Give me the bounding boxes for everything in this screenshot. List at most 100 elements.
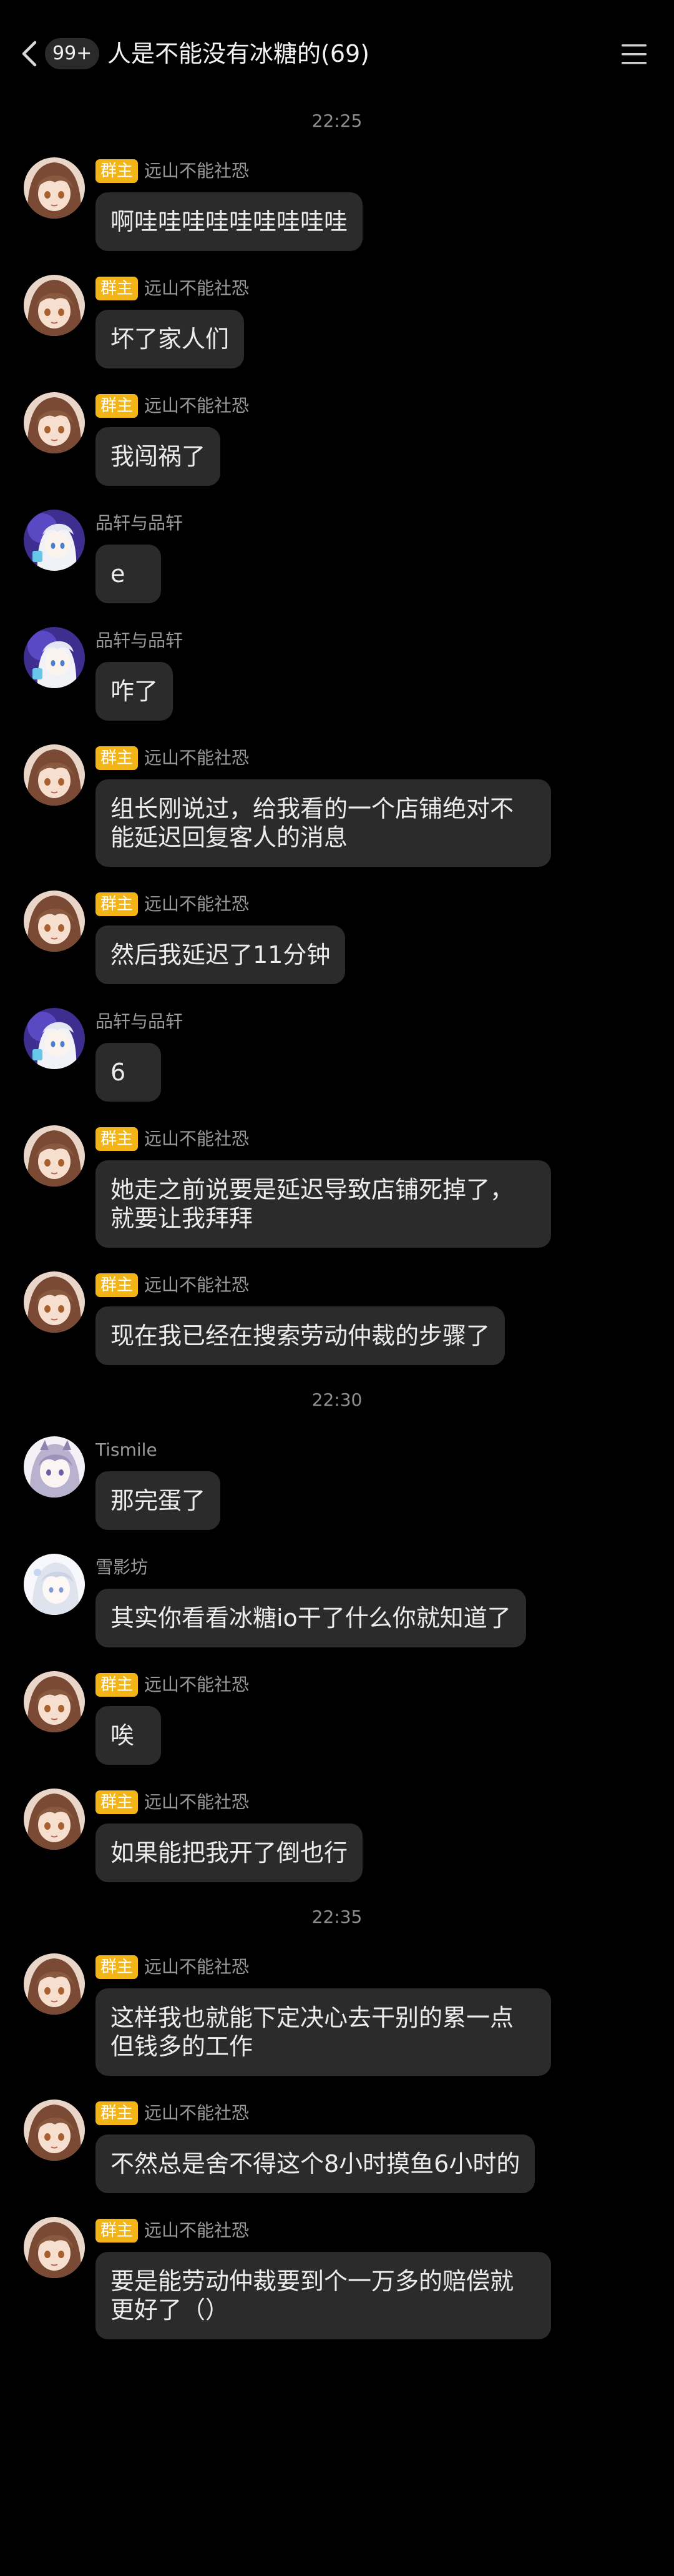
sender-name[interactable]: 品轩与品轩 xyxy=(95,1008,183,1035)
menu-icon[interactable] xyxy=(620,42,648,66)
message-row: 群主 远山不能社恐 然后我延迟了11分钟 xyxy=(0,891,674,984)
chat-header: 99+ 人是不能没有冰糖的(69) xyxy=(0,0,674,106)
message-row: 群主 远山不能社恐 不然总是舍不得这个8小时摸鱼6小时的 xyxy=(0,2100,674,2193)
message-meta: 群主 远山不能社恐 xyxy=(95,1671,674,1699)
message-bubble[interactable]: 现在我已经在搜索劳动仲裁的步骤了 xyxy=(95,1306,506,1365)
group-owner-tag: 群主 xyxy=(95,2101,139,2125)
timestamp-separator: 22:25 xyxy=(311,111,363,131)
group-owner-tag: 群主 xyxy=(95,1273,139,1297)
group-owner-tag: 群主 xyxy=(95,892,139,916)
message-bubble[interactable]: 6 xyxy=(95,1043,161,1102)
avatar-yuanshan[interactable] xyxy=(24,1125,85,1187)
group-owner-tag: 群主 xyxy=(95,746,139,770)
message-meta: 群主 远山不能社恐 xyxy=(95,1789,674,1816)
timestamp-separator: 22:35 xyxy=(311,1907,363,1927)
avatar-yuanshan[interactable] xyxy=(24,1953,85,2015)
avatar-yuanshan[interactable] xyxy=(24,157,85,219)
sender-name[interactable]: 远山不能社恐 xyxy=(144,392,249,420)
message-bubble[interactable]: 其实你看看冰糖io干了什么你就知道了 xyxy=(95,1589,526,1647)
avatar-yuanshan[interactable] xyxy=(24,392,85,453)
avatar-yuanshan[interactable] xyxy=(24,275,85,336)
avatar-yuanshan[interactable] xyxy=(24,744,85,806)
avatar-pinxuan[interactable] xyxy=(24,627,85,688)
avatar-yuanshan[interactable] xyxy=(24,2100,85,2161)
sender-name[interactable]: 远山不能社恐 xyxy=(144,275,249,302)
message-meta: 品轩与品轩 xyxy=(95,1008,674,1035)
sender-name[interactable]: 品轩与品轩 xyxy=(95,510,183,537)
message-meta: 群主 远山不能社恐 xyxy=(95,157,674,185)
message-row: 群主 远山不能社恐 坏了家人们 xyxy=(0,275,674,368)
group-owner-tag: 群主 xyxy=(95,1127,139,1151)
group-owner-tag: 群主 xyxy=(95,1673,139,1697)
message-row: 雪影坊 其实你看看冰糖io干了什么你就知道了 xyxy=(0,1554,674,1647)
message-row: 品轩与品轩 6 xyxy=(0,1008,674,1102)
message-meta: 群主 远山不能社恐 xyxy=(95,744,674,772)
message-row: 群主 远山不能社恐 唉 xyxy=(0,1671,674,1765)
sender-name[interactable]: 远山不能社恐 xyxy=(144,157,249,185)
avatar-xueying[interactable] xyxy=(24,1554,85,1615)
message-row: 群主 远山不能社恐 现在我已经在搜索劳动仲裁的步骤了 xyxy=(0,1271,674,1365)
avatar-pinxuan[interactable] xyxy=(24,510,85,571)
message-bubble[interactable]: 不然总是舍不得这个8小时摸鱼6小时的 xyxy=(95,2134,535,2193)
sender-name[interactable]: 远山不能社恐 xyxy=(144,1789,249,1816)
sender-name[interactable]: 雪影坊 xyxy=(95,1554,148,1581)
sender-name[interactable]: Tismile xyxy=(95,1436,157,1464)
message-bubble[interactable]: 我闯祸了 xyxy=(95,427,221,486)
message-row: 群主 远山不能社恐 组长刚说过，给我看的一个店铺绝对不能延迟回复客人的消息 xyxy=(0,744,674,867)
message-bubble[interactable]: 如果能把我开了倒也行 xyxy=(95,1823,363,1882)
sender-name[interactable]: 远山不能社恐 xyxy=(144,2217,249,2244)
message-bubble[interactable]: 啊哇哇哇哇哇哇哇哇哇 xyxy=(95,192,363,251)
avatar-pinxuan[interactable] xyxy=(24,1008,85,1069)
back-chevron-icon[interactable] xyxy=(17,39,42,69)
message-bubble[interactable]: 组长刚说过，给我看的一个店铺绝对不能延迟回复客人的消息 xyxy=(95,779,551,867)
sender-name[interactable]: 远山不能社恐 xyxy=(144,891,249,918)
message-meta: 雪影坊 xyxy=(95,1554,674,1581)
unread-count-badge[interactable]: 99+ xyxy=(45,38,100,69)
message-bubble[interactable]: 这样我也就能下定决心去干别的累一点但钱多的工作 xyxy=(95,1988,551,2076)
group-owner-tag: 群主 xyxy=(95,277,139,300)
sender-name[interactable]: 远山不能社恐 xyxy=(144,1271,249,1299)
message-meta: 品轩与品轩 xyxy=(95,627,674,654)
message-list[interactable]: 22:25 群主 远山不能社恐 啊哇哇哇哇哇哇哇哇哇 群主 远山不能社恐 坏了家… xyxy=(0,109,674,2339)
message-bubble[interactable]: 要是能劳动仲裁要到个一万多的赔偿就更好了（） xyxy=(95,2252,551,2339)
avatar-yuanshan[interactable] xyxy=(24,2217,85,2278)
avatar-yuanshan[interactable] xyxy=(24,1271,85,1333)
group-owner-tag: 群主 xyxy=(95,1790,139,1814)
avatar-yuanshan[interactable] xyxy=(24,1671,85,1732)
sender-name[interactable]: 远山不能社恐 xyxy=(144,744,249,772)
sender-name[interactable]: 远山不能社恐 xyxy=(144,1953,249,1981)
message-meta: 群主 远山不能社恐 xyxy=(95,1271,674,1299)
timestamp-separator: 22:30 xyxy=(311,1389,363,1410)
message-bubble[interactable]: 坏了家人们 xyxy=(95,310,245,368)
message-bubble[interactable]: 然后我延迟了11分钟 xyxy=(95,925,346,984)
message-row: 群主 远山不能社恐 要是能劳动仲裁要到个一万多的赔偿就更好了（） xyxy=(0,2217,674,2339)
message-row: 品轩与品轩 e xyxy=(0,510,674,603)
message-meta: 群主 远山不能社恐 xyxy=(95,1125,674,1153)
avatar-yuanshan[interactable] xyxy=(24,891,85,952)
avatar-yuanshan[interactable] xyxy=(24,1789,85,1850)
sender-name[interactable]: 远山不能社恐 xyxy=(144,1125,249,1153)
message-meta: 群主 远山不能社恐 xyxy=(95,891,674,918)
message-meta: Tismile xyxy=(95,1436,674,1464)
message-meta: 群主 远山不能社恐 xyxy=(95,392,674,420)
group-owner-tag: 群主 xyxy=(95,159,139,183)
chat-title: 人是不能没有冰糖的(69) xyxy=(107,40,370,67)
message-row: 群主 远山不能社恐 啊哇哇哇哇哇哇哇哇哇 xyxy=(0,157,674,251)
sender-name[interactable]: 远山不能社恐 xyxy=(144,2100,249,2127)
message-bubble[interactable]: 那完蛋了 xyxy=(95,1471,221,1530)
message-bubble[interactable]: 唉 xyxy=(95,1706,161,1765)
message-bubble[interactable]: e xyxy=(95,545,161,603)
message-row: 群主 远山不能社恐 这样我也就能下定决心去干别的累一点但钱多的工作 xyxy=(0,1953,674,2076)
sender-name[interactable]: 品轩与品轩 xyxy=(95,627,183,654)
message-row: 群主 远山不能社恐 如果能把我开了倒也行 xyxy=(0,1789,674,1882)
message-row: 群主 远山不能社恐 她走之前说要是延迟导致店铺死掉了，就要让我拜拜 xyxy=(0,1125,674,1248)
group-owner-tag: 群主 xyxy=(95,1955,139,1979)
message-row: 品轩与品轩 咋了 xyxy=(0,627,674,721)
message-bubble[interactable]: 她走之前说要是延迟导致店铺死掉了，就要让我拜拜 xyxy=(95,1160,551,1248)
message-meta: 群主 远山不能社恐 xyxy=(95,275,674,302)
group-owner-tag: 群主 xyxy=(95,2219,139,2243)
sender-name[interactable]: 远山不能社恐 xyxy=(144,1671,249,1699)
message-meta: 群主 远山不能社恐 xyxy=(95,2217,674,2244)
avatar-tismile[interactable] xyxy=(24,1436,85,1498)
message-bubble[interactable]: 咋了 xyxy=(95,662,173,721)
